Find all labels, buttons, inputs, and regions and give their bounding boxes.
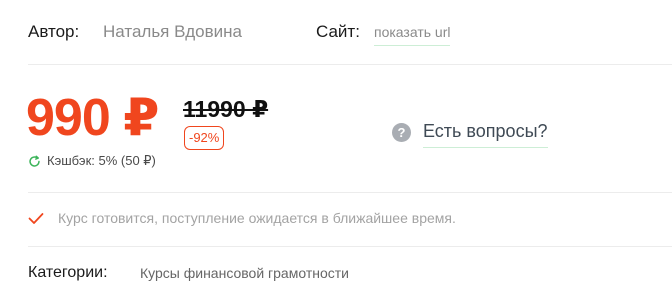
divider (28, 192, 672, 193)
author-name: Наталья Вдовина (103, 22, 243, 41)
cashback-info: Кэшбэк: 5% (50 ₽) (28, 152, 156, 170)
categories-label: Категории: (28, 264, 108, 281)
refresh-icon (29, 155, 40, 167)
divider (28, 64, 672, 65)
cashback-text: Кэшбэк: 5% (50 ₽) (47, 153, 156, 168)
show-url-link[interactable]: показать url (374, 24, 451, 46)
divider (28, 246, 672, 247)
questions-label[interactable]: Есть вопросы? (423, 121, 548, 148)
check-icon (28, 212, 44, 224)
author-site-row: Автор: Наталья Вдовина Сайт: показать ur… (28, 18, 668, 46)
status-message: Курс готовится, поступление ожидается в … (28, 210, 456, 226)
category-value[interactable]: Курсы финансовой грамотности (140, 265, 349, 281)
question-circle-icon: ? (392, 123, 411, 142)
status-text: Курс готовится, поступление ожидается в … (58, 210, 456, 226)
discount-badge: -92% (184, 126, 225, 150)
site-label: Сайт: (316, 22, 360, 41)
old-price: 11990 ₽ (183, 96, 269, 122)
current-price: 990 ₽ (26, 89, 159, 147)
questions-link[interactable]: ? Есть вопросы? (392, 119, 548, 148)
author-label: Автор: (28, 22, 80, 41)
